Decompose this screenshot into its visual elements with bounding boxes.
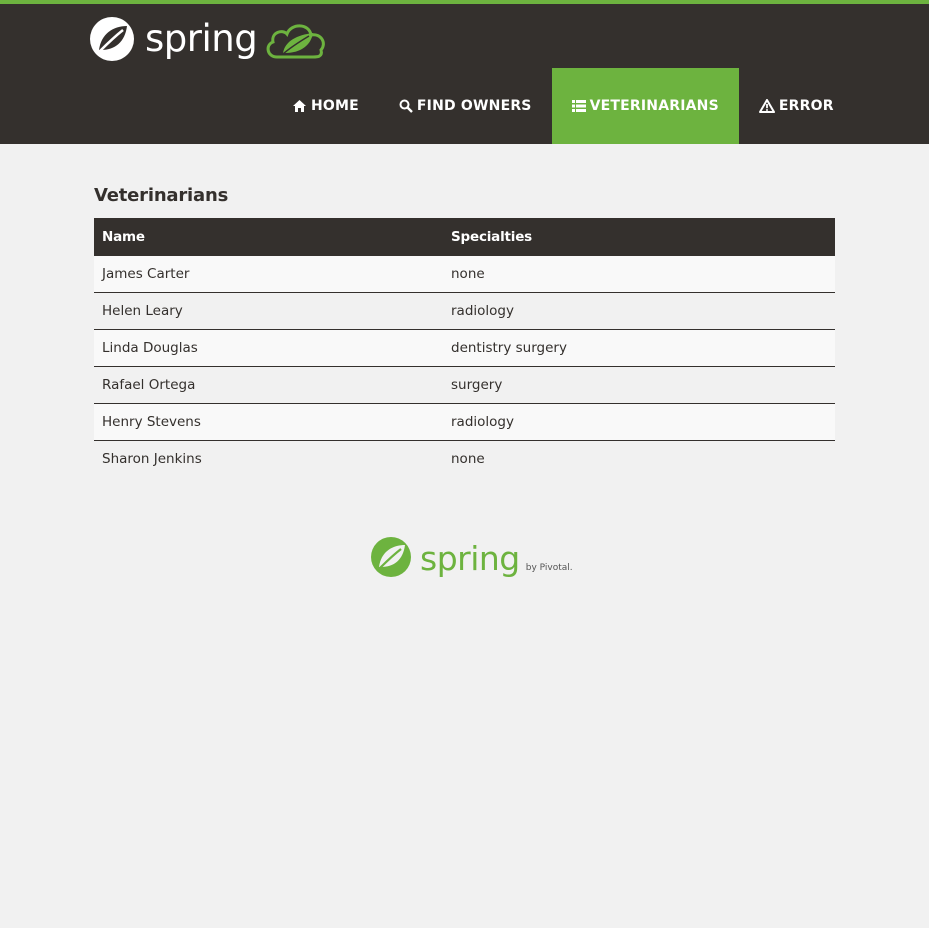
nav-home-label: HOME [311,98,359,114]
footer-by-pivotal: by Pivotal. [525,563,573,573]
table-header-row: Name Specialties [94,218,835,256]
column-header-name: Name [102,229,145,245]
vet-specialties-cell: radiology [451,303,514,319]
list-icon [571,100,586,112]
vet-specialties-cell: none [451,451,485,467]
table-row: James Carter none [94,256,835,293]
vets-table: Name Specialties James Carter none Helen… [94,218,835,477]
column-header-specialties: Specialties [451,229,532,245]
nav-error[interactable]: ERROR [739,68,854,144]
table-row: Helen Leary radiology [94,292,835,330]
nav-home[interactable]: HOME [272,68,379,144]
table-row: Rafael Ortega surgery [94,366,835,404]
nav-veterinarians[interactable]: VETERINARIANS [551,68,739,144]
vet-specialties-cell: radiology [451,414,514,430]
warning-icon [758,99,775,113]
main-content: Veterinarians Name Specialties James Car… [94,180,835,477]
footer-spring-logo: spring by Pivotal. [370,536,573,578]
vet-name-cell: James Carter [102,266,190,282]
vet-name-cell: Sharon Jenkins [102,451,202,467]
nav-veterinarians-label: VETERINARIANS [589,98,719,114]
spring-logo[interactable]: spring [89,14,329,64]
vet-name-cell: Linda Douglas [102,340,198,356]
vet-specialties-cell: none [451,266,485,282]
vet-name-cell: Rafael Ortega [102,377,196,393]
vet-specialties-cell: dentistry surgery [451,340,567,356]
vet-name-cell: Henry Stevens [102,414,201,430]
page-title: Veterinarians [94,185,229,206]
home-icon [293,100,306,112]
table-row: Sharon Jenkins none [94,440,835,477]
vet-specialties-cell: surgery [451,377,503,393]
top-navbar: spring HOME FIND OWNERS VETERINARIANS ER… [0,0,929,144]
vet-name-cell: Helen Leary [102,303,183,319]
nav-find-owners-label: FIND OWNERS [416,98,532,114]
nav-find-owners[interactable]: FIND OWNERS [379,68,552,144]
cloud-leaf-icon [266,24,326,59]
footer-brand-text: spring [420,539,520,578]
spring-leaf-icon [371,537,411,577]
brand-text: spring [145,17,258,60]
main-nav: HOME FIND OWNERS VETERINARIANS ERROR [272,68,854,144]
spring-leaf-icon [90,17,134,61]
search-icon [399,99,413,113]
table-row: Linda Douglas dentistry surgery [94,329,835,367]
nav-error-label: ERROR [778,98,834,114]
table-row: Henry Stevens radiology [94,403,835,441]
